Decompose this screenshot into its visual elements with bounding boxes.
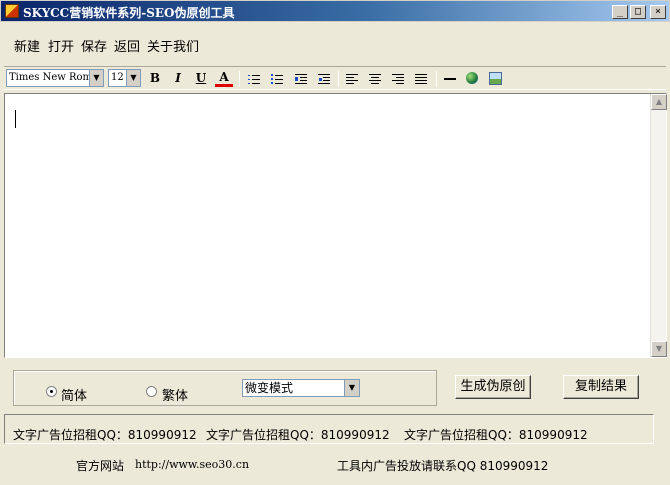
copy-result-button[interactable]: 复制结果 xyxy=(563,375,639,399)
minimize-button[interactable]: _ xyxy=(612,5,628,19)
conversion-options-group: 简体 繁体 xyxy=(13,370,437,406)
app-icon xyxy=(5,4,19,18)
chevron-down-icon: ▼ xyxy=(89,70,103,86)
window-title: SKYCC营销软件系列-SEO伪原创工具 xyxy=(23,6,235,20)
horizontal-rule-button[interactable] xyxy=(441,70,459,88)
insert-link-icon xyxy=(466,72,478,84)
menu-open[interactable]: 打开 xyxy=(48,36,74,55)
menu-bar: 新建 打开 保存 返回 关于我们 xyxy=(4,28,666,58)
toolbar-separator xyxy=(239,71,240,87)
menu-back[interactable]: 返回 xyxy=(114,36,140,55)
text-caret xyxy=(15,110,16,128)
indent-button[interactable] xyxy=(315,70,333,88)
insert-image-button[interactable] xyxy=(486,70,504,88)
scroll-down-icon[interactable]: ▼ xyxy=(651,341,667,357)
chevron-down-icon: ▼ xyxy=(126,70,140,86)
unordered-list-button[interactable] xyxy=(268,70,286,88)
ad-slot-3[interactable]: 文字广告位招租QQ：810990912 xyxy=(404,426,588,443)
outdent-button[interactable] xyxy=(292,70,310,88)
align-right-button[interactable] xyxy=(389,70,407,88)
insert-image-icon xyxy=(489,72,502,85)
title-bar: SKYCC营销软件系列-SEO伪原创工具 _ □ × xyxy=(0,0,670,22)
justify-icon xyxy=(415,74,427,84)
menu-about[interactable]: 关于我们 xyxy=(147,36,199,55)
horizontal-rule-icon xyxy=(444,78,456,80)
ad-slot-2[interactable]: 文字广告位招租QQ：810990912 xyxy=(206,426,390,443)
menu-save[interactable]: 保存 xyxy=(81,36,107,55)
mode-select-value: 微变模式 xyxy=(245,381,294,395)
close-button[interactable]: × xyxy=(650,5,666,19)
generate-button[interactable]: 生成伪原创 xyxy=(455,375,531,399)
underline-button[interactable]: U xyxy=(192,70,210,88)
indent-icon xyxy=(318,74,330,84)
maximize-button[interactable]: □ xyxy=(630,5,646,19)
align-center-icon xyxy=(369,74,381,84)
simplified-label: 简体 xyxy=(61,389,88,404)
ordered-list-icon xyxy=(248,74,260,84)
justify-button[interactable] xyxy=(412,70,430,88)
align-right-icon xyxy=(392,74,404,84)
mode-select[interactable]: 微变模式 ▼ xyxy=(242,379,360,397)
format-toolbar: Times New Rom ▼ 12 ▼ B I U A xyxy=(4,66,666,90)
italic-button[interactable]: I xyxy=(169,70,187,88)
ad-contact-text: 工具内广告投放请联系QQ 810990912 xyxy=(337,459,549,473)
toolbar-separator xyxy=(436,71,437,87)
menu-new[interactable]: 新建 xyxy=(14,36,40,55)
scroll-up-icon[interactable]: ▲ xyxy=(651,94,667,110)
ad-slot-1[interactable]: 文字广告位招租QQ：810990912 xyxy=(13,426,197,443)
traditional-radio[interactable] xyxy=(146,386,157,397)
site-url-link[interactable]: http://www.seo30.cn xyxy=(135,458,249,471)
font-size-value: 12 xyxy=(111,72,124,83)
font-color-button[interactable]: A xyxy=(215,70,233,87)
bold-button[interactable]: B xyxy=(146,70,164,88)
font-size-select[interactable]: 12 ▼ xyxy=(108,69,141,87)
align-left-button[interactable] xyxy=(343,70,361,88)
align-left-icon xyxy=(346,74,358,84)
font-family-select[interactable]: Times New Rom ▼ xyxy=(6,69,104,87)
toolbar-separator xyxy=(338,71,339,87)
align-center-button[interactable] xyxy=(366,70,384,88)
insert-link-button[interactable] xyxy=(463,70,481,88)
simplified-radio[interactable] xyxy=(46,386,57,397)
ordered-list-button[interactable] xyxy=(245,70,263,88)
outdent-icon xyxy=(295,74,307,84)
font-family-value: Times New Rom xyxy=(9,72,93,83)
unordered-list-icon xyxy=(271,74,283,84)
editor-textarea[interactable]: ▲ ▼ xyxy=(4,93,667,358)
site-label: 官方网站 xyxy=(76,459,125,473)
ad-bar: 文字广告位招租QQ：810990912 文字广告位招租QQ：810990912 … xyxy=(4,414,654,444)
chevron-down-icon: ▼ xyxy=(344,380,359,396)
traditional-label: 繁体 xyxy=(162,389,189,404)
vertical-scrollbar[interactable]: ▲ ▼ xyxy=(650,94,667,357)
